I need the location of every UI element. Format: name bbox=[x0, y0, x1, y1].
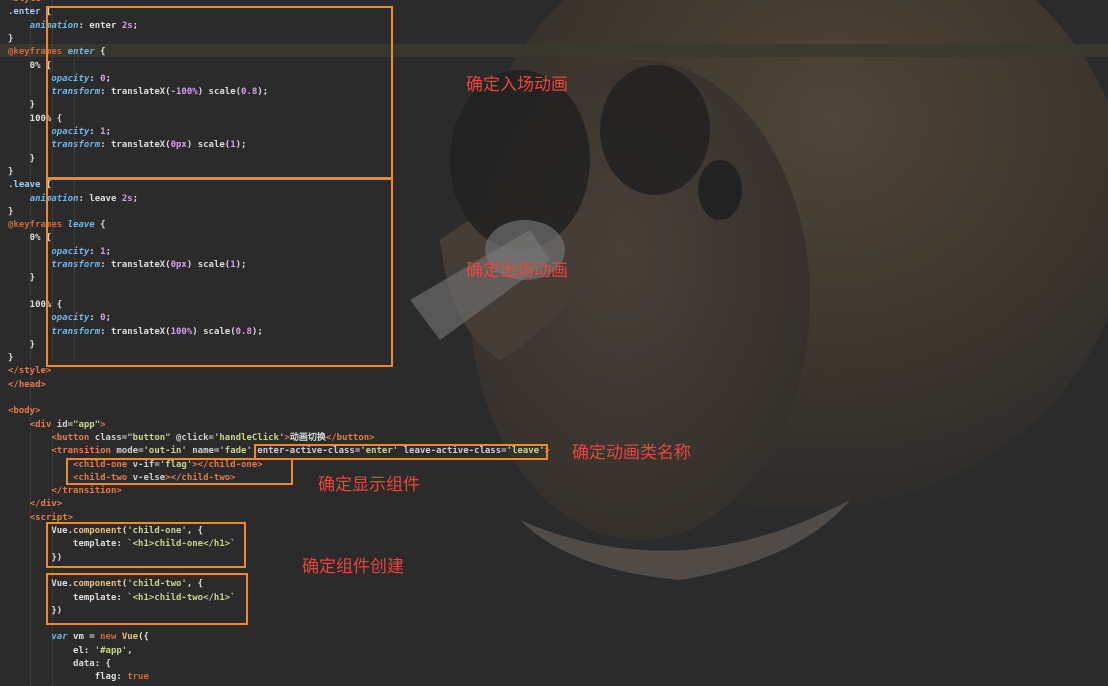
code-line[interactable]: el: '#app', bbox=[8, 645, 133, 658]
code-line[interactable]: } bbox=[8, 206, 13, 219]
code-line[interactable]: </style> bbox=[8, 365, 51, 378]
code-token: "button" bbox=[127, 432, 177, 443]
code-token: new bbox=[100, 632, 122, 643]
code-line[interactable]: flag: true bbox=[8, 671, 149, 684]
code-token: 动画切换 bbox=[289, 432, 326, 443]
code-token: } bbox=[8, 153, 36, 164]
code-line[interactable]: </head> bbox=[8, 379, 46, 392]
code-token: ({ bbox=[138, 632, 149, 643]
code-token: data: { bbox=[8, 659, 111, 669]
code-token: mode= bbox=[116, 446, 144, 457]
code-line[interactable]: .leave { bbox=[8, 179, 51, 192]
code-line[interactable]: } bbox=[8, 339, 35, 352]
code-token: flag: bbox=[8, 672, 128, 683]
code-line[interactable]: } bbox=[8, 272, 35, 285]
code-token: </style> bbox=[8, 366, 52, 377]
code-token: .leave bbox=[8, 180, 41, 191]
code-token: <style> bbox=[8, 0, 46, 4]
code-token: > bbox=[100, 419, 106, 430]
code-token: } bbox=[8, 353, 14, 364]
code-line[interactable]: 0% { bbox=[8, 232, 52, 245]
code-line[interactable]: <div id="app"> bbox=[8, 419, 106, 432]
code-token: } bbox=[8, 100, 36, 111]
code-token: '#app' bbox=[94, 645, 128, 656]
background-photo bbox=[380, 0, 1108, 686]
code-token: } bbox=[8, 273, 36, 284]
code-token: </div> bbox=[29, 499, 63, 510]
code-line[interactable]: data: { bbox=[8, 658, 111, 671]
code-token: </transition> bbox=[51, 486, 122, 497]
code-token: "app" bbox=[73, 419, 101, 430]
code-line[interactable]: } bbox=[8, 99, 35, 112]
code-line[interactable]: } bbox=[8, 352, 13, 365]
code-token: <body> bbox=[8, 406, 41, 417]
code-token: 0% { bbox=[8, 233, 52, 244]
code-token: el: bbox=[8, 645, 95, 656]
code-token: var bbox=[51, 632, 68, 643]
code-line[interactable]: .enter { bbox=[8, 6, 51, 19]
code-token: name= bbox=[192, 446, 220, 457]
code-token: true bbox=[127, 672, 149, 683]
code-token: <transition bbox=[51, 446, 117, 457]
code-line[interactable]: } bbox=[8, 153, 35, 166]
code-line[interactable]: 0% { bbox=[8, 60, 52, 73]
component-creation-annotation: 确定组件创建 bbox=[302, 557, 404, 577]
code-line[interactable]: } bbox=[8, 33, 13, 46]
code-token: </head> bbox=[8, 379, 46, 390]
enter-animation-highlight-box bbox=[46, 6, 393, 180]
code-token: Vue bbox=[121, 632, 139, 643]
code-token: } bbox=[8, 339, 36, 350]
code-token: vm = bbox=[67, 632, 101, 643]
component-one-highlight-box bbox=[46, 522, 246, 568]
code-line[interactable]: <body> bbox=[8, 405, 41, 418]
code-token: } bbox=[8, 206, 14, 217]
code-line[interactable]: var vm = new Vue({ bbox=[8, 631, 149, 644]
leave-animation-highlight-box bbox=[46, 177, 393, 367]
animation-class-highlight-box bbox=[254, 444, 548, 460]
code-token: <div bbox=[29, 419, 57, 430]
display-components-annotation: 确定显示组件 bbox=[318, 475, 420, 495]
code-token: 'handleClick' bbox=[213, 432, 285, 443]
code-line[interactable]: </div> bbox=[8, 498, 63, 511]
code-token: } bbox=[8, 33, 14, 44]
animation-class-annotation: 确定动画类名称 bbox=[572, 443, 691, 463]
code-token: 0% { bbox=[8, 60, 52, 71]
code-token: 'out-in' bbox=[143, 446, 193, 457]
display-components-highlight-box bbox=[66, 458, 293, 485]
code-token: @click= bbox=[176, 432, 214, 443]
enter-animation-annotation: 确定入场动画 bbox=[466, 75, 568, 95]
code-editor[interactable]: <style>.enter { animation: enter 2s;}@ke… bbox=[0, 0, 1108, 686]
code-token: class= bbox=[94, 432, 128, 443]
code-token: .enter bbox=[8, 7, 41, 18]
code-token: , bbox=[127, 645, 133, 656]
code-token: <button bbox=[51, 432, 95, 443]
component-two-highlight-box bbox=[46, 573, 248, 625]
code-token: 'fade' bbox=[219, 446, 258, 457]
code-line[interactable]: } bbox=[8, 166, 13, 179]
code-token: id= bbox=[56, 419, 74, 430]
code-token: </button> bbox=[325, 432, 375, 443]
code-token: } bbox=[8, 166, 14, 177]
leave-animation-annotation: 确定出场动画 bbox=[466, 261, 568, 281]
code-line[interactable]: </transition> bbox=[8, 485, 122, 498]
